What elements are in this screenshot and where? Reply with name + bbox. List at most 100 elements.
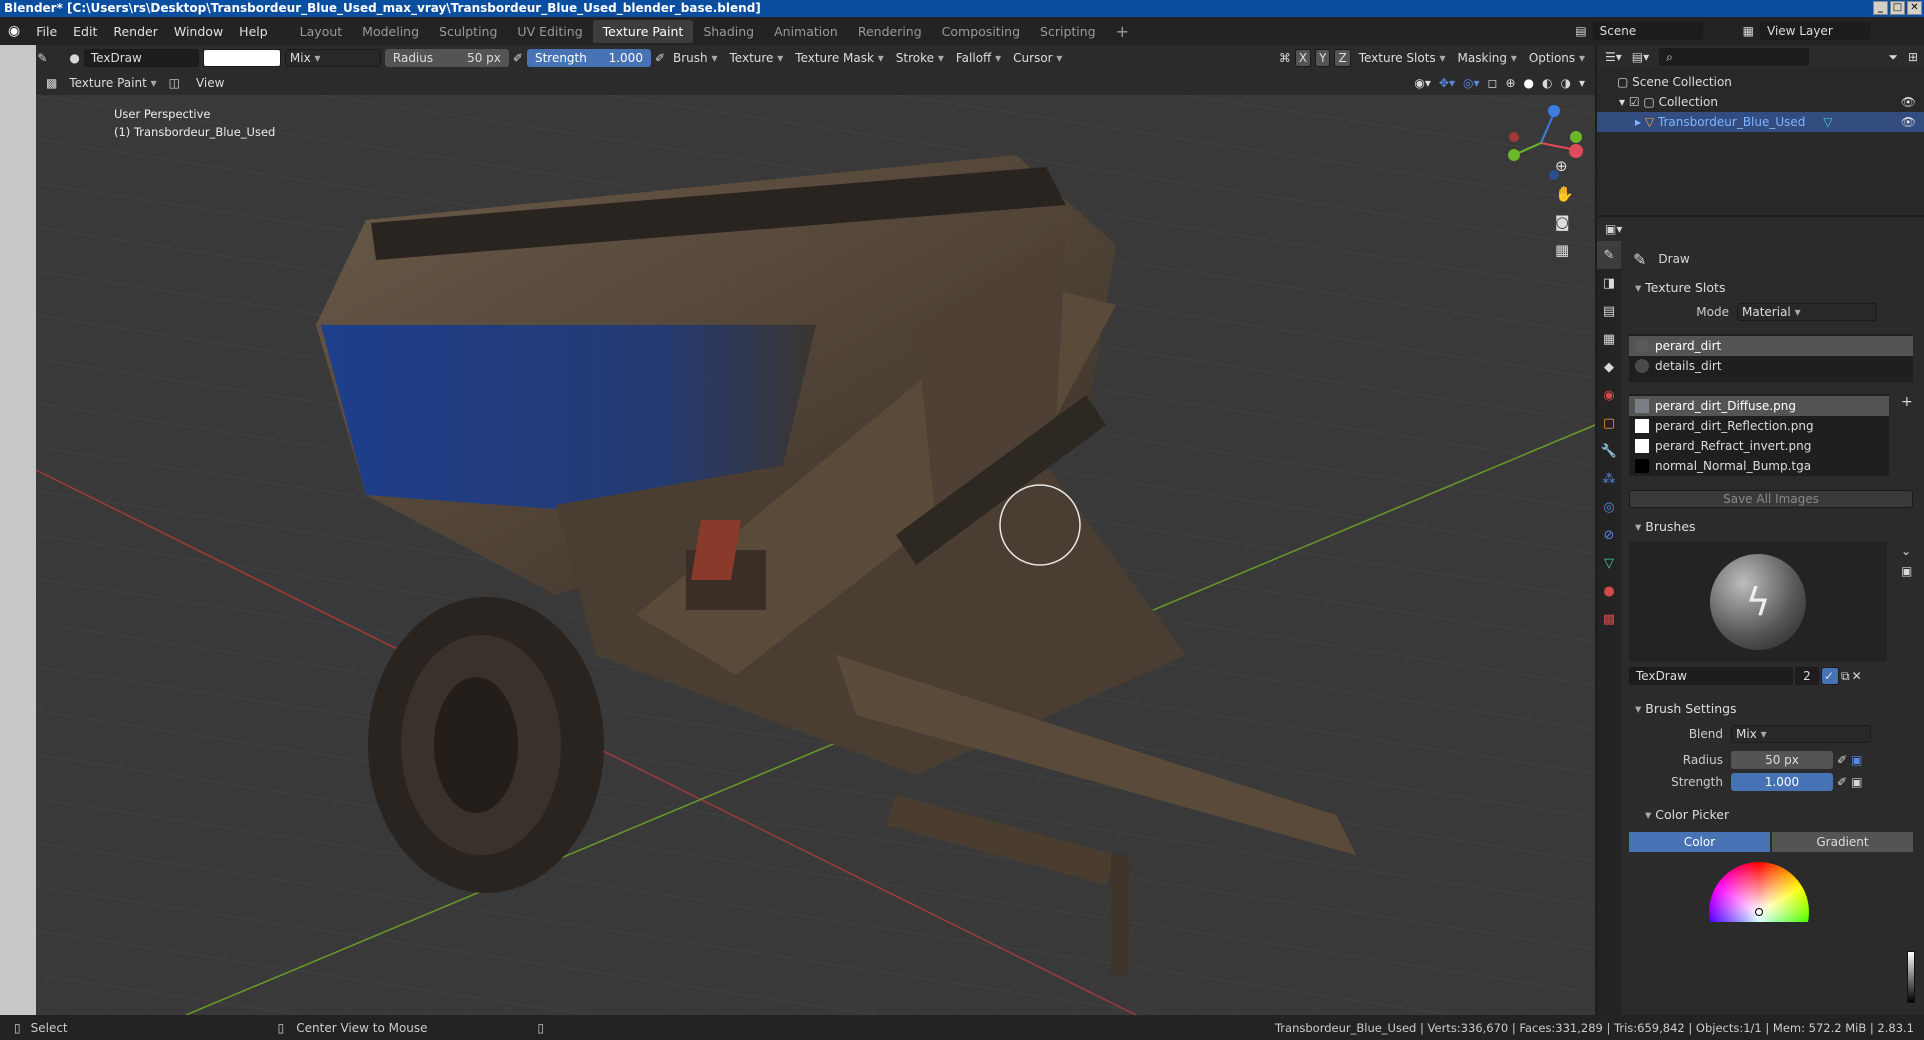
tab-gradient[interactable]: Gradient: [1772, 832, 1913, 852]
save-all-images-button[interactable]: Save All Images: [1629, 490, 1913, 508]
output-tab-icon[interactable]: ▤: [1597, 297, 1621, 325]
display-mode-icon[interactable]: ▤▾: [1632, 50, 1649, 64]
tab-shading[interactable]: Shading: [693, 20, 764, 43]
new-collection-icon[interactable]: ⊞: [1908, 50, 1918, 64]
symmetry-icon[interactable]: ⌘: [1279, 51, 1291, 65]
image-slot-refract[interactable]: perard_Refract_invert.png: [1629, 436, 1889, 456]
add-workspace-icon[interactable]: +: [1106, 18, 1139, 45]
outliner-scene-collection[interactable]: ▢ Scene Collection: [1597, 72, 1924, 92]
color-wheel[interactable]: [1709, 862, 1809, 922]
object-tab-icon[interactable]: ▢: [1597, 409, 1621, 437]
falloff-menu[interactable]: Falloff: [952, 51, 1005, 65]
tab-compositing[interactable]: Compositing: [932, 20, 1030, 43]
fake-user-icon[interactable]: ✓: [1821, 667, 1839, 685]
radius-slider[interactable]: Radius 50 px: [384, 49, 509, 67]
tool-tab-icon[interactable]: ✎: [1597, 241, 1621, 269]
render-tab-icon[interactable]: ◨: [1597, 269, 1621, 297]
duplicate-brush-icon[interactable]: ⧉: [1841, 669, 1850, 684]
blender-logo-icon[interactable]: ◉: [0, 23, 28, 39]
radius-field[interactable]: 50 px: [1731, 751, 1833, 769]
ortho-grid-icon[interactable]: ▦: [1555, 241, 1574, 259]
cursor-menu[interactable]: Cursor: [1009, 51, 1066, 65]
menu-window[interactable]: Window: [166, 24, 231, 39]
strength-unit-icon[interactable]: ▣: [1851, 775, 1862, 789]
filter-icon[interactable]: ⏷: [1888, 50, 1898, 65]
maximize-button[interactable]: □: [1890, 1, 1905, 15]
tab-animation[interactable]: Animation: [764, 20, 848, 43]
view-layer-tab-icon[interactable]: ▦: [1597, 325, 1621, 353]
masking-menu[interactable]: Masking: [1454, 51, 1521, 65]
texture-tab-icon[interactable]: ▩: [1597, 605, 1621, 633]
menu-render[interactable]: Render: [105, 24, 166, 39]
tab-rendering[interactable]: Rendering: [848, 20, 932, 43]
outliner-collection[interactable]: ▾ ☑ ▢ Collection 👁: [1597, 92, 1924, 112]
options-menu[interactable]: Options: [1525, 51, 1589, 65]
gizmo-icon[interactable]: ✥▾: [1439, 76, 1455, 90]
blend-dropdown[interactable]: Mix: [1731, 725, 1871, 743]
overlay-icon[interactable]: ◎▾: [1463, 76, 1480, 90]
tab-color[interactable]: Color: [1629, 832, 1770, 852]
tool-icon[interactable]: ✎: [37, 51, 47, 65]
brush-name-field[interactable]: TexDraw: [83, 49, 199, 67]
data-tab-icon[interactable]: ▽: [1597, 549, 1621, 577]
tab-sculpting[interactable]: Sculpting: [429, 20, 507, 43]
menu-edit[interactable]: Edit: [65, 24, 105, 39]
shading-wire-icon[interactable]: ⊕: [1505, 76, 1515, 90]
outliner-object-row[interactable]: ▸ ▽ Transbordeur_Blue_Used ▽ 👁: [1597, 112, 1924, 132]
scene-tab-icon[interactable]: ◆: [1597, 353, 1621, 381]
strength-slider[interactable]: Strength 1.000: [526, 49, 651, 67]
brush-icon[interactable]: ●: [69, 51, 79, 65]
physics-tab-icon[interactable]: ◎: [1597, 493, 1621, 521]
constraint-tab-icon[interactable]: ⊘: [1597, 521, 1621, 549]
outliner-editor-icon[interactable]: ☰▾: [1605, 50, 1622, 64]
tab-scripting[interactable]: Scripting: [1030, 20, 1106, 43]
checkbox-icon[interactable]: ☑: [1629, 95, 1644, 109]
pan-hand-icon[interactable]: ✋: [1555, 185, 1574, 203]
visibility-icon[interactable]: ◉▾: [1414, 76, 1431, 90]
material-slot-details-dirt[interactable]: details_dirt: [1629, 356, 1913, 376]
axis-z-toggle[interactable]: Z: [1334, 49, 1351, 67]
tab-modeling[interactable]: Modeling: [352, 20, 429, 43]
expand-arrow-icon[interactable]: ▾: [1619, 95, 1629, 109]
modifier-tab-icon[interactable]: 🔧: [1597, 437, 1621, 465]
zoom-icon[interactable]: ⊕: [1555, 157, 1574, 175]
shading-material-icon[interactable]: ◐: [1542, 76, 1552, 90]
image-slot-normal[interactable]: normal_Normal_Bump.tga: [1629, 456, 1889, 476]
shading-rendered-icon[interactable]: ◑: [1560, 76, 1570, 90]
unlink-brush-icon[interactable]: ✕: [1852, 669, 1862, 683]
stroke-menu[interactable]: Stroke: [892, 51, 948, 65]
radius-unit-icon[interactable]: ▣: [1851, 753, 1862, 767]
properties-editor-icon[interactable]: ▣▾: [1605, 222, 1622, 236]
image-slot-reflection[interactable]: perard_dirt_Reflection.png: [1629, 416, 1889, 436]
material-tab-icon[interactable]: ●: [1597, 577, 1621, 605]
eye-icon[interactable]: 👁: [1901, 112, 1916, 132]
tab-uv-editing[interactable]: UV Editing: [507, 20, 592, 43]
shading-options-icon[interactable]: ▾: [1579, 76, 1585, 90]
value-slider[interactable]: [1907, 951, 1915, 1003]
eye-icon[interactable]: 👁: [1901, 92, 1916, 112]
tab-texture-paint[interactable]: Texture Paint: [592, 19, 694, 43]
view-layer-field[interactable]: View Layer: [1760, 22, 1870, 40]
brush-name-field[interactable]: TexDraw: [1629, 667, 1793, 685]
menu-file[interactable]: File: [28, 24, 65, 39]
axis-y-toggle[interactable]: Y: [1315, 49, 1331, 67]
menu-help[interactable]: Help: [231, 24, 276, 39]
brush-preview[interactable]: ϟ ⌄ ▣: [1629, 542, 1912, 662]
brush-image-icon[interactable]: ▣: [1901, 564, 1912, 578]
3d-viewport[interactable]: User Perspective (1) Transbordeur_Blue_U…: [36, 95, 1595, 1015]
color-picker-header[interactable]: Color Picker: [1625, 804, 1921, 826]
texture-menu[interactable]: Texture: [726, 51, 788, 65]
blend-mode-dropdown[interactable]: Mix: [284, 49, 381, 67]
color-wheel-cursor[interactable]: [1755, 908, 1763, 916]
texture-slots-menu[interactable]: Texture Slots: [1355, 51, 1450, 65]
brush-color-swatch[interactable]: [202, 49, 281, 67]
xray-icon[interactable]: ◻: [1487, 76, 1497, 90]
view-menu[interactable]: View: [196, 76, 224, 90]
add-image-icon[interactable]: +: [1901, 394, 1913, 410]
strength-pressure-icon[interactable]: ✐: [1837, 775, 1847, 789]
camera-icon[interactable]: ◙: [1555, 213, 1574, 231]
strength-pressure-icon[interactable]: ✐: [655, 51, 665, 65]
brushes-header[interactable]: Brushes: [1625, 516, 1921, 538]
tab-layout[interactable]: Layout: [290, 20, 353, 43]
scene-field[interactable]: Scene: [1592, 22, 1703, 40]
